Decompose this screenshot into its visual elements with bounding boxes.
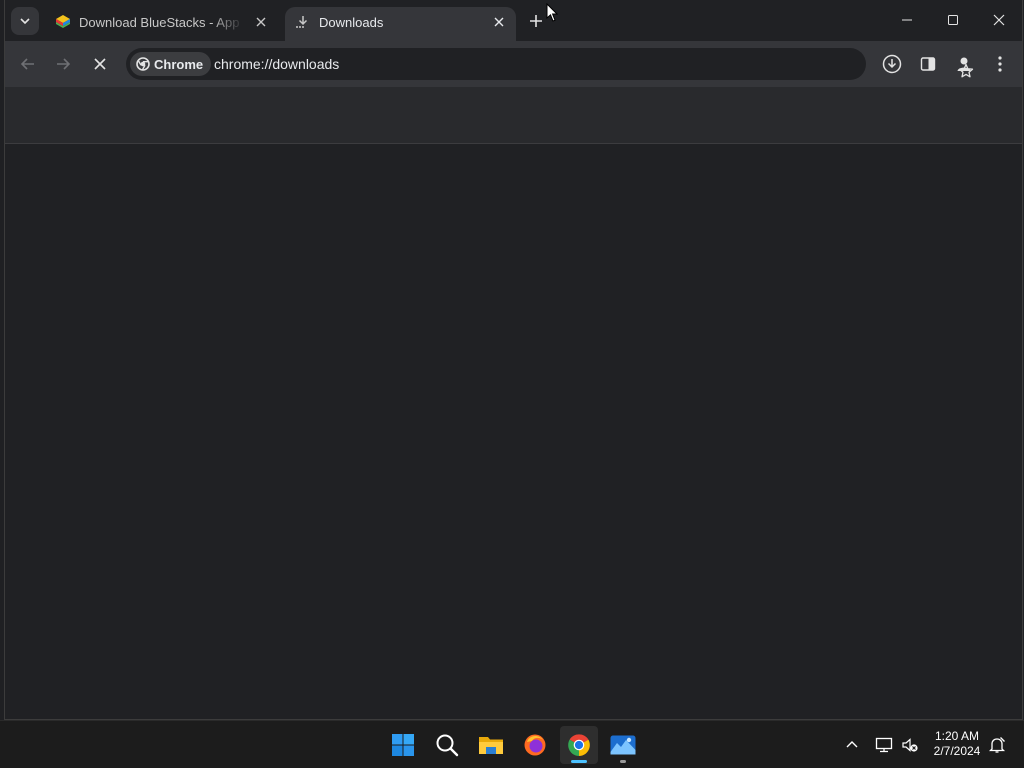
file-explorer-button[interactable] bbox=[472, 726, 510, 764]
close-tab-icon[interactable] bbox=[490, 13, 508, 31]
chrome-logo-icon bbox=[136, 57, 150, 71]
tab-title: Downloads bbox=[319, 15, 384, 30]
taskbar: 1:20 AM 2/7/2024 bbox=[0, 720, 1024, 768]
side-panel-button[interactable] bbox=[914, 50, 942, 78]
download-icon bbox=[295, 14, 311, 30]
back-button[interactable] bbox=[14, 50, 42, 78]
minimize-button[interactable] bbox=[884, 2, 930, 38]
photos-icon bbox=[610, 735, 636, 755]
photos-button[interactable] bbox=[604, 726, 642, 764]
chevron-up-icon bbox=[846, 739, 858, 751]
forward-button[interactable] bbox=[49, 50, 77, 78]
chrome-icon bbox=[567, 733, 591, 757]
menu-button[interactable] bbox=[986, 50, 1014, 78]
tab-search-button[interactable] bbox=[11, 7, 39, 35]
tab-strip: Download BlueStacks - App Pla Downloads bbox=[5, 0, 1022, 41]
side-panel-icon bbox=[920, 56, 936, 72]
close-tab-icon[interactable] bbox=[252, 13, 270, 31]
address-bar[interactable]: Chrome chrome://downloads bbox=[126, 48, 974, 80]
show-hidden-icons-button[interactable] bbox=[840, 733, 864, 757]
chevron-down-icon bbox=[19, 15, 31, 27]
notification-bell-icon bbox=[988, 736, 1006, 754]
network-button[interactable] bbox=[872, 733, 896, 757]
taskbar-clock[interactable]: 1:20 AM 2/7/2024 bbox=[924, 729, 990, 759]
chip-label: Chrome bbox=[154, 56, 204, 72]
firefox-icon bbox=[523, 733, 547, 757]
file-explorer-icon bbox=[478, 734, 504, 756]
firefox-button[interactable] bbox=[516, 726, 554, 764]
stop-loading-icon bbox=[93, 57, 107, 71]
site-info-chip[interactable]: Chrome bbox=[130, 52, 212, 76]
clock-date: 2/7/2024 bbox=[933, 744, 981, 758]
profile-icon bbox=[955, 55, 973, 73]
minimize-icon bbox=[901, 14, 913, 26]
browser-window: Download BlueStacks - App Pla Downloads bbox=[4, 0, 1023, 720]
tab-title: Download BlueStacks - App Pla bbox=[79, 15, 244, 30]
clock-time: 1:20 AM bbox=[934, 729, 980, 743]
more-vert-icon bbox=[998, 56, 1002, 72]
volume-muted-icon bbox=[901, 736, 919, 754]
back-arrow-icon bbox=[20, 56, 36, 72]
network-icon bbox=[875, 736, 893, 754]
maximize-icon bbox=[947, 14, 959, 26]
tab-bluestacks[interactable]: Download BlueStacks - App Pla bbox=[45, 7, 281, 41]
downloads-page-content bbox=[5, 144, 1022, 719]
forward-arrow-icon bbox=[55, 56, 71, 72]
chrome-button[interactable] bbox=[560, 726, 598, 764]
search-icon bbox=[435, 733, 459, 757]
new-tab-button[interactable] bbox=[525, 10, 547, 32]
downloads-button[interactable] bbox=[878, 50, 906, 78]
volume-button[interactable] bbox=[898, 733, 922, 757]
url-text: chrome://downloads bbox=[214, 56, 340, 72]
notifications-button[interactable] bbox=[985, 733, 1009, 757]
browser-toolbar: Chrome chrome://downloads bbox=[5, 41, 1022, 87]
windows-start-icon bbox=[391, 733, 415, 757]
plus-icon bbox=[529, 14, 543, 28]
downloads-page-header bbox=[5, 87, 1022, 144]
start-button[interactable] bbox=[384, 726, 422, 764]
maximize-button[interactable] bbox=[930, 2, 976, 38]
running-indicator bbox=[571, 760, 587, 763]
profile-button[interactable] bbox=[950, 50, 978, 78]
close-window-button[interactable] bbox=[976, 2, 1022, 38]
tab-downloads[interactable]: Downloads bbox=[285, 7, 516, 41]
close-icon bbox=[993, 14, 1005, 26]
taskbar-search-button[interactable] bbox=[428, 726, 466, 764]
running-indicator bbox=[620, 760, 626, 763]
stop-loading-button[interactable] bbox=[86, 50, 114, 78]
bluestacks-icon bbox=[55, 14, 71, 30]
mouse-cursor-icon bbox=[546, 3, 558, 23]
download-icon bbox=[882, 54, 902, 74]
